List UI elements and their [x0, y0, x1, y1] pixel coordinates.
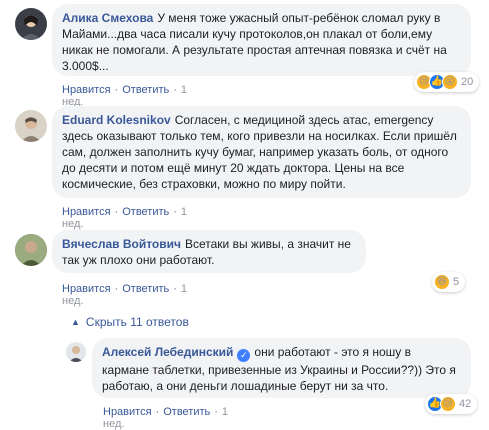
- reaction-summary[interactable]: 👍 😢 42: [425, 394, 478, 414]
- avatar[interactable]: [15, 234, 47, 266]
- avatar[interactable]: [15, 110, 47, 142]
- like-link[interactable]: Нравится: [103, 406, 152, 418]
- separator: ·: [114, 283, 119, 295]
- comment-actions: Нравится · Ответить · 1 нед.: [62, 283, 187, 307]
- avatar-photo-icon: [69, 346, 83, 362]
- avatar-photo-icon: [21, 117, 41, 142]
- reply-link[interactable]: Ответить: [122, 206, 169, 218]
- haha-reaction-icon: 😆: [434, 274, 450, 290]
- avatar-photo-icon: [15, 234, 47, 266]
- comment-bubble: Алексей Лебединский ✓ они работают - это я…: [92, 338, 471, 398]
- reaction-count: 20: [461, 76, 474, 88]
- comment-bubble: Eduard Kolesnikov Согласен, с медициной з…: [52, 106, 471, 198]
- reply-link[interactable]: Ответить: [122, 84, 169, 96]
- comment-author[interactable]: Алексей Лебединский: [102, 345, 233, 359]
- like-link[interactable]: Нравится: [62, 283, 111, 295]
- reply-link[interactable]: Ответить: [163, 406, 210, 418]
- reaction-count: 5: [453, 276, 460, 288]
- avatar[interactable]: [15, 8, 47, 40]
- separator: ·: [214, 406, 218, 418]
- reaction-summary[interactable]: 😆 5: [432, 272, 466, 292]
- reply-link[interactable]: Ответить: [122, 283, 169, 295]
- comment-actions: Нравится · Ответить · 1 нед.: [62, 84, 187, 108]
- hide-replies-label: Скрыть 11 ответов: [85, 315, 189, 329]
- separator: ·: [114, 206, 119, 218]
- sad-reaction-icon: 😢: [440, 396, 456, 412]
- verified-badge-icon: ✓: [237, 349, 251, 362]
- comment-actions: Нравится · Ответить · 1 нед.: [62, 206, 187, 230]
- avatar[interactable]: [66, 342, 86, 362]
- separator: ·: [173, 84, 177, 96]
- reaction-count: 42: [459, 398, 472, 410]
- like-link[interactable]: Нравится: [62, 84, 111, 96]
- like-link[interactable]: Нравится: [62, 206, 111, 218]
- comment-author[interactable]: Eduard Kolesnikov: [62, 113, 171, 127]
- comment-bubble: Вячеслав Войтович Всетаки вы живы, а знач…: [52, 230, 366, 273]
- reaction-summary[interactable]: 😢 👍 😮 20: [414, 72, 480, 92]
- avatar-photo-icon: [21, 15, 41, 40]
- comment-actions: Нравится · Ответить · 1 нед.: [103, 406, 228, 430]
- separator: ·: [155, 406, 160, 418]
- comment-bubble: Алика Смехова У меня тоже ужасный опыт-ре…: [52, 4, 471, 76]
- separator: ·: [173, 283, 177, 295]
- chevron-up-icon: ▲: [71, 317, 80, 327]
- comment-author[interactable]: Алика Смехова: [62, 11, 153, 25]
- separator: ·: [173, 206, 177, 218]
- wow-reaction-icon: 😮: [442, 74, 458, 90]
- hide-replies-link[interactable]: ▲ Скрыть 11 ответов: [71, 315, 189, 329]
- comment-author[interactable]: Вячеслав Войтович: [62, 237, 181, 251]
- separator: ·: [114, 84, 119, 96]
